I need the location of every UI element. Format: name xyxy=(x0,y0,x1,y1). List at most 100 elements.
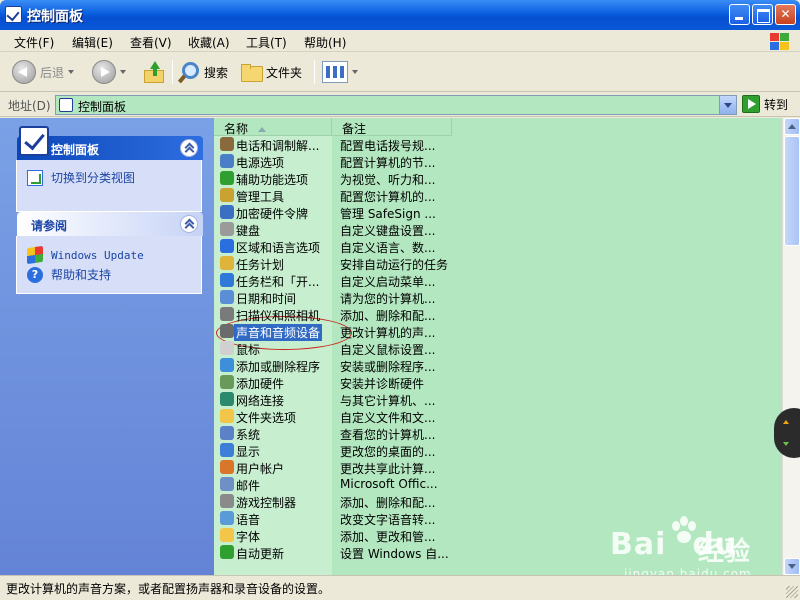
column-label: 名称 xyxy=(224,122,249,136)
back-label: 后退 xyxy=(40,65,65,80)
control-panel-applet-icon xyxy=(220,545,234,559)
task-label: 切换到分类视图 xyxy=(51,171,136,185)
list-item[interactable]: 邮件 Microsoft Offic... xyxy=(214,476,782,493)
collapse-chevron-icon[interactable] xyxy=(180,139,198,157)
list-item[interactable]: 用户帐户 更改共享此计算... xyxy=(214,459,782,476)
toolbar-separator xyxy=(172,60,173,84)
nav-down-icon[interactable] xyxy=(783,442,789,446)
item-note: 自定义键盘设置... xyxy=(340,224,436,238)
search-icon xyxy=(178,61,200,83)
maximize-button[interactable] xyxy=(752,4,773,25)
page-nav-widget[interactable] xyxy=(774,408,800,458)
go-arrow-icon xyxy=(742,95,760,113)
control-panel-applet-icon xyxy=(220,222,234,236)
address-dropdown-button[interactable] xyxy=(719,96,736,114)
list-item[interactable]: 加密硬件令牌 管理 SafeSign ... xyxy=(214,204,782,221)
folders-button[interactable]: 文件夹 xyxy=(240,58,302,86)
control-panel-section-header[interactable]: 控制面板 xyxy=(17,126,203,160)
column-header-note[interactable]: 备注 xyxy=(332,118,452,136)
item-note: 安装并诊断硬件 xyxy=(340,377,425,391)
up-button[interactable] xyxy=(142,58,166,86)
go-button[interactable]: 转到 xyxy=(742,95,788,113)
close-button[interactable]: ✕ xyxy=(775,4,796,25)
control-panel-applet-icon xyxy=(220,205,234,219)
item-note: 查看您的计算机... xyxy=(340,428,436,442)
go-label: 转到 xyxy=(764,97,789,112)
list-item[interactable]: 电源选项 配置计算机的节... xyxy=(214,153,782,170)
menu-help[interactable]: 帮助(H) xyxy=(304,34,346,51)
vertical-scrollbar[interactable] xyxy=(782,118,800,575)
scroll-up-button[interactable] xyxy=(784,118,800,135)
list-item[interactable]: 任务计划 安排自动运行的任务 xyxy=(214,255,782,272)
control-panel-section: 控制面板 切换到分类视图 xyxy=(16,126,203,212)
control-panel-applet-icon xyxy=(220,154,234,168)
nav-up-icon[interactable] xyxy=(783,420,789,424)
list-item[interactable]: 系统 查看您的计算机... xyxy=(214,425,782,442)
file-list[interactable]: 名称 备注 电话和调制解... 配置电话拨号规... 电源选项 配置计算机的节... 辅… xyxy=(214,118,782,575)
item-name: 语音 xyxy=(236,513,261,527)
window-title: 控制面板 xyxy=(27,9,83,25)
views-button[interactable] xyxy=(322,58,358,86)
list-item[interactable]: 显示 更改您的桌面的... xyxy=(214,442,782,459)
list-item[interactable]: 鼠标 自定义鼠标设置... xyxy=(214,340,782,357)
list-item[interactable]: 键盘 自定义键盘设置... xyxy=(214,221,782,238)
forward-dropdown-icon[interactable] xyxy=(120,70,126,74)
control-panel-applet-icon xyxy=(220,324,234,338)
item-note: 安装或删除程序... xyxy=(340,360,436,374)
menu-favorites[interactable]: 收藏(A) xyxy=(188,34,230,51)
forward-arrow-icon xyxy=(92,60,116,84)
switch-category-view-link[interactable]: 切换到分类视图 xyxy=(27,169,135,186)
address-input[interactable]: 控制面板 xyxy=(55,95,737,115)
list-item[interactable]: 游戏控制器 添加、删除和配... xyxy=(214,493,782,510)
item-name: 网络连接 xyxy=(236,394,285,408)
menu-file[interactable]: 文件(F) xyxy=(14,34,54,51)
menu-tools[interactable]: 工具(T) xyxy=(246,34,287,51)
views-dropdown-icon[interactable] xyxy=(352,70,358,74)
item-name: 游戏控制器 xyxy=(236,496,297,510)
item-note: 添加、删除和配... xyxy=(340,496,436,510)
list-item[interactable]: 网络连接 与其它计算机、... xyxy=(214,391,782,408)
list-item[interactable]: 添加或删除程序 安装或删除程序... xyxy=(214,357,782,374)
see-also-section: 请参阅 Windows Update ? 帮助和支持 xyxy=(16,212,203,294)
list-item[interactable]: 管理工具 配置您计算机的... xyxy=(214,187,782,204)
search-button[interactable]: 搜索 xyxy=(178,58,228,86)
collapse-chevron-icon[interactable] xyxy=(180,215,198,233)
list-item[interactable]: 添加硬件 安装并诊断硬件 xyxy=(214,374,782,391)
back-button[interactable]: 后退 xyxy=(12,58,75,86)
item-note: 为视觉、听力和... xyxy=(340,173,436,187)
back-dropdown-icon[interactable] xyxy=(68,70,75,74)
minimize-button[interactable] xyxy=(729,4,750,25)
title-bar[interactable]: 控制面板 ✕ xyxy=(0,0,800,30)
control-panel-icon xyxy=(19,126,49,156)
list-item[interactable]: 文件夹选项 自定义文件和文... xyxy=(214,408,782,425)
list-item[interactable]: 扫描仪和照相机 添加、删除和配... xyxy=(214,306,782,323)
list-item[interactable]: 声音和音频设备 更改计算机的声... xyxy=(214,323,782,341)
list-item[interactable]: 任务栏和「开... 自定义启动菜单... xyxy=(214,272,782,289)
help-support-link[interactable]: ? 帮助和支持 xyxy=(27,266,111,283)
list-item[interactable]: 区域和语言选项 自定义语言、数... xyxy=(214,238,782,255)
control-panel-applet-icon xyxy=(220,511,234,525)
list-item[interactable]: 电话和调制解... 配置电话拨号规... xyxy=(214,136,782,153)
scroll-thumb[interactable] xyxy=(784,136,800,246)
forward-button[interactable] xyxy=(92,58,126,86)
menu-edit[interactable]: 编辑(E) xyxy=(72,34,113,51)
item-note: 与其它计算机、... xyxy=(340,394,436,408)
item-note: Microsoft Offic... xyxy=(340,477,438,491)
views-icon xyxy=(322,61,348,83)
control-panel-applet-icon xyxy=(220,358,234,372)
see-also-section-header[interactable]: 请参阅 xyxy=(17,212,203,236)
column-header-name[interactable]: 名称 xyxy=(214,118,332,136)
control-panel-applet-icon xyxy=(220,409,234,423)
resize-grip[interactable] xyxy=(786,586,798,598)
item-name: 自动更新 xyxy=(236,547,285,561)
list-item[interactable]: 辅助功能选项 为视觉、听力和... xyxy=(214,170,782,187)
task-label: Windows Update xyxy=(51,248,144,262)
item-name: 添加或删除程序 xyxy=(236,360,321,374)
menu-view[interactable]: 查看(V) xyxy=(130,34,172,51)
address-value: 控制面板 xyxy=(78,100,127,114)
list-item[interactable]: 日期和时间 请为您的计算机... xyxy=(214,289,782,306)
control-panel-applet-icon xyxy=(220,460,234,474)
control-panel-applet-icon xyxy=(220,528,234,542)
toolbar-separator xyxy=(314,60,315,84)
windows-update-link[interactable]: Windows Update xyxy=(27,245,144,265)
